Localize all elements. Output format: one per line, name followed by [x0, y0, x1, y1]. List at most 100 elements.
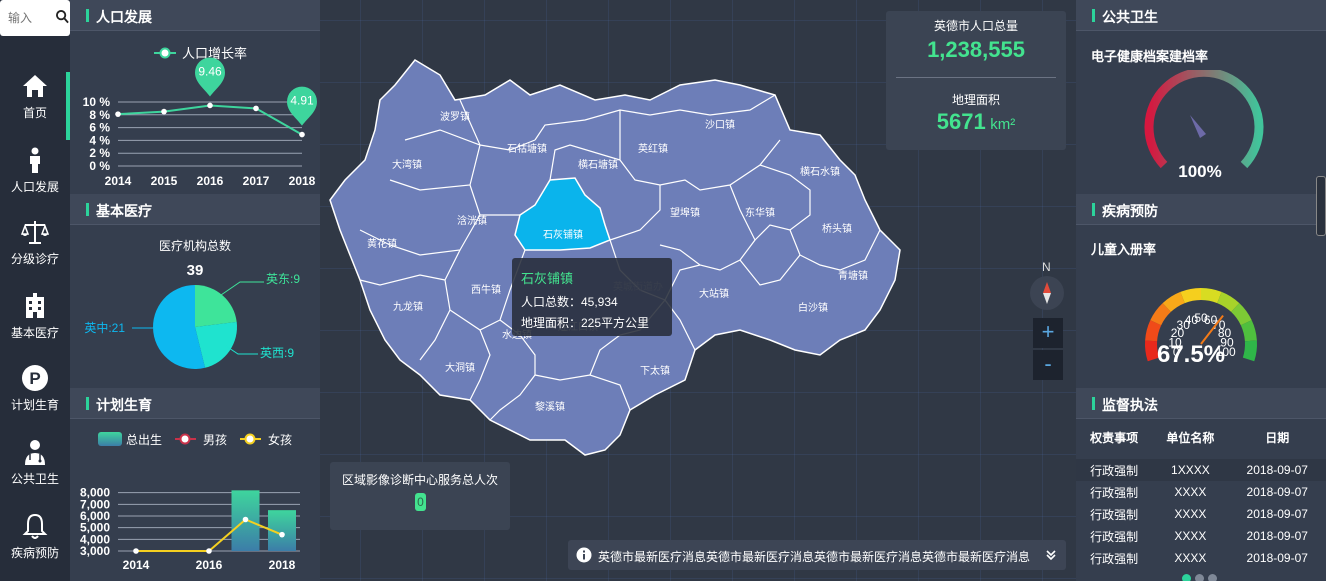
- birth-bar-chart: 总出生 男孩 女孩8,0007,0006,0005,0004,0003,000201…: [80, 432, 300, 572]
- region-label: 波罗镇: [440, 110, 470, 123]
- cell: 2018-09-07: [1246, 529, 1308, 543]
- data-point[interactable]: [253, 105, 259, 112]
- region-label: 英红镇: [638, 142, 668, 155]
- population-total-value: 1,238,555: [927, 37, 1025, 62]
- compass-north-label: N: [1042, 260, 1051, 274]
- record-rate-subtitle: 电子健康档案建档率: [1091, 49, 1209, 64]
- tooltip-area: 地理面积：225平方公里: [521, 316, 650, 330]
- nav-disease-prevention[interactable]: 疾病预防: [0, 512, 70, 580]
- cell: XXXX: [1174, 551, 1207, 565]
- scales-icon: [21, 221, 49, 244]
- region-label: 桥头镇: [822, 222, 852, 235]
- nav-label: 人口发展: [10, 180, 59, 194]
- data-label: 4.91: [290, 94, 314, 108]
- news-ticker[interactable]: 英德市最新医疗消息英德市最新医疗消息英德市最新医疗消息英德市最新医疗消息: [568, 540, 1066, 570]
- side-scroll-handle[interactable]: [1316, 176, 1326, 236]
- series-line: [117, 104, 303, 136]
- nav-label: 首页: [22, 106, 47, 120]
- area-stat-title: 地理面积: [951, 93, 1000, 107]
- area-unit: km²: [990, 116, 1016, 133]
- gauge-arc: [1144, 70, 1264, 169]
- data-point[interactable]: [279, 531, 285, 538]
- area-value-row: 5671 km²: [886, 109, 1066, 135]
- legend-marker: [244, 433, 256, 445]
- nav-home[interactable]: 首页: [0, 72, 70, 140]
- nav-label: 基本医疗: [10, 326, 59, 340]
- panel-header: 公共卫生: [1076, 0, 1326, 31]
- nav-population[interactable]: 人口发展: [0, 146, 70, 214]
- divider: [896, 77, 1056, 78]
- dashboard: 首页 人口发展 分级诊疗 基本医疗 P 计划生育 公共卫生 疾病预防 人口发展 …: [0, 0, 1326, 581]
- page-dot[interactable]: [1182, 574, 1191, 581]
- search-icon[interactable]: [56, 9, 69, 25]
- person-icon: [30, 147, 40, 173]
- parking-icon: P: [22, 365, 48, 391]
- panel-title: 基本医疗: [96, 203, 152, 219]
- legend-marker: [179, 433, 191, 445]
- gauge-segment: [1200, 288, 1222, 304]
- region-label: 横石水镇: [800, 165, 840, 178]
- nav-medical[interactable]: 基本医疗: [0, 292, 70, 360]
- zoom-out-button[interactable]: -: [1033, 350, 1063, 380]
- region-label: 黎溪镇: [535, 400, 565, 413]
- panel-title: 监督执法: [1102, 397, 1158, 413]
- page-dot[interactable]: [1208, 574, 1217, 581]
- region-label: 白沙镇: [798, 301, 828, 314]
- panel-header: 基本医疗: [70, 194, 320, 225]
- data-point[interactable]: [206, 548, 212, 554]
- svg-text:P: P: [29, 369, 40, 388]
- region-label: 石牯塘镇: [507, 142, 547, 155]
- slice-label: 英西:9: [260, 346, 294, 360]
- public-health-panel: 公共卫生 电子健康档案建档率 100%: [1076, 0, 1326, 194]
- nav-public-health[interactable]: 公共卫生: [0, 438, 70, 506]
- pagination-dots[interactable]: [1182, 570, 1221, 581]
- gauge-segment: [1162, 291, 1186, 313]
- data-point[interactable]: [242, 516, 249, 523]
- chevron-double-down-icon[interactable]: [1045, 549, 1057, 561]
- home-icon: [23, 75, 47, 97]
- table-row[interactable]: 行政强制 XXXX 2018-09-07: [1076, 547, 1326, 569]
- compass[interactable]: [1030, 276, 1064, 310]
- region-label: 下太镇: [640, 364, 670, 377]
- page-dot[interactable]: [1195, 574, 1204, 581]
- cell: 行政强制: [1090, 485, 1139, 500]
- x-tick-label: 2017: [243, 174, 270, 188]
- cell: 1XXXX: [1171, 463, 1210, 477]
- pie-slice[interactable]: [195, 285, 237, 327]
- news-text: 英德市最新医疗消息英德市最新医疗消息英德市最新医疗消息英德市最新医疗消息: [598, 550, 1031, 564]
- search-input[interactable]: [8, 9, 52, 27]
- region-label: 石灰铺镇: [543, 228, 583, 241]
- bell-icon: [22, 513, 48, 539]
- x-tick-label: 2014: [123, 558, 150, 572]
- map-area[interactable]: 波罗镇 石牯塘镇 沙口镇 大湾镇 横石塘镇 英红镇 横石水镇 浛洸镇 石灰铺镇 望埠镇 东华镇 桥头镇…: [320, 0, 1076, 581]
- data-point[interactable]: [207, 102, 213, 109]
- gauge-segment: [1145, 340, 1160, 362]
- nav-triage[interactable]: 分级诊疗: [0, 218, 70, 286]
- region-tooltip: 石灰铺镇 人口总数：45,934 地理面积：225平方公里: [512, 258, 672, 336]
- zoom-in-button[interactable]: +: [1033, 318, 1063, 348]
- x-tick-label: 2018: [289, 174, 316, 188]
- data-point[interactable]: [161, 108, 167, 115]
- medical-panel: 基本医疗 医疗机构总数 39 英东:9 英西:9 英中:21: [70, 194, 320, 388]
- data-point[interactable]: [133, 548, 139, 554]
- data-point[interactable]: [299, 131, 305, 138]
- table-row[interactable]: 行政强制 XXXX 2018-09-07: [1076, 503, 1326, 525]
- search-box[interactable]: [0, 0, 70, 36]
- panel-title: 计划生育: [96, 397, 152, 413]
- info-icon: [576, 547, 592, 563]
- nav-family-planning[interactable]: P 计划生育: [0, 364, 70, 432]
- table-row[interactable]: 行政强制 XXXX 2018-09-07: [1076, 525, 1326, 547]
- cell: XXXX: [1174, 529, 1207, 543]
- legend-label: 女孩: [268, 432, 292, 447]
- sidebar: 首页 人口发展 分级诊疗 基本医疗 P 计划生育 公共卫生 疾病预防: [0, 0, 70, 581]
- table-row[interactable]: 行政强制 1XXXX 2018-09-07: [1076, 459, 1326, 481]
- data-point[interactable]: [115, 111, 121, 117]
- table-row[interactable]: 行政强制 XXXX 2018-09-07: [1076, 481, 1326, 503]
- table-header-row: 权责事项 单位名称 日期: [1076, 427, 1326, 447]
- doctor-icon: [25, 440, 45, 465]
- cell: 行政强制: [1090, 551, 1139, 566]
- child-rate-subtitle: 儿童入册率: [1091, 242, 1157, 257]
- region-label: 九龙镇: [393, 300, 423, 313]
- family-planning-panel: 计划生育 总出生 男孩 女孩 8,000 7,000 6,000 5,000 4,000 3,0…: [70, 388, 320, 581]
- population-stat-title: 英德市人口总量: [933, 19, 1018, 33]
